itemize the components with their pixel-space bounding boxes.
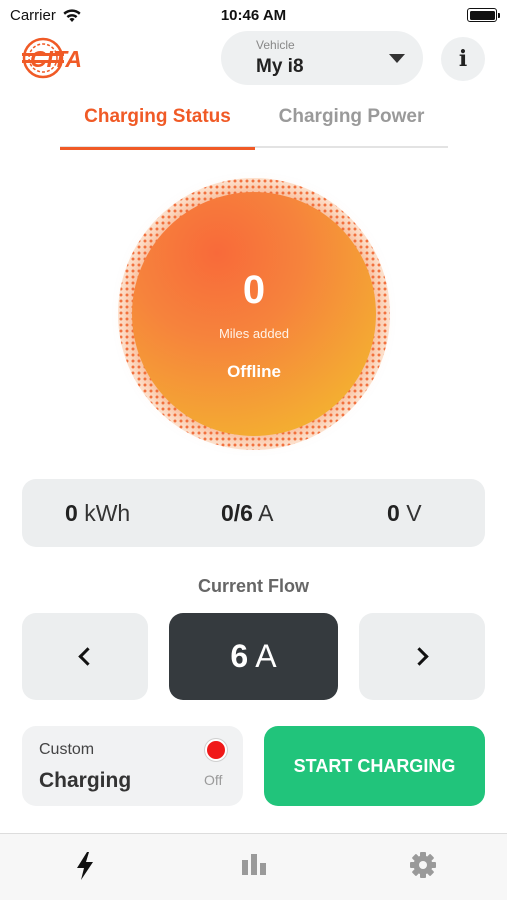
tab-charging-power[interactable]: Charging Power xyxy=(255,106,448,148)
miles-added-caption: Miles added xyxy=(218,326,290,341)
chevron-right-icon xyxy=(410,647,429,666)
current-flow-value: 6 A xyxy=(169,613,338,700)
tab-charging[interactable] xyxy=(0,834,169,900)
battery-icon xyxy=(467,8,500,22)
connection-state: Offline xyxy=(227,362,281,381)
current-flow-number: 6 xyxy=(230,638,249,674)
energy-value: 0 xyxy=(65,500,78,526)
info-icon: i xyxy=(458,46,468,72)
energy-metric: 0 kWh xyxy=(65,500,130,527)
tab-statistics[interactable] xyxy=(169,834,338,900)
increase-current-button[interactable] xyxy=(359,613,485,700)
custom-label: Custom xyxy=(39,741,95,758)
current-metric: 0/6 A xyxy=(221,500,273,527)
gear-icon xyxy=(409,852,436,878)
bottom-tab-bar xyxy=(0,833,507,900)
custom-status-text: Off xyxy=(204,772,223,788)
tab-bar: Charging Status Charging Power xyxy=(60,100,448,150)
chevron-left-icon xyxy=(78,647,97,666)
voltage-metric: 0 V xyxy=(387,500,422,527)
decrease-current-button[interactable] xyxy=(22,613,148,700)
tab-charging-status[interactable]: Charging Status xyxy=(60,106,255,150)
vehicle-selector[interactable]: Vehicle My i8 xyxy=(221,31,423,85)
custom-charging-title: Charging xyxy=(39,769,132,792)
status-dot-icon xyxy=(205,739,227,761)
vehicle-caption: Vehicle xyxy=(256,38,295,52)
metrics-bar: 0 kWh 0/6 A 0 V xyxy=(22,479,485,547)
energy-unit: kWh xyxy=(84,500,131,526)
bar-chart-icon xyxy=(241,854,266,875)
voltage-unit: V xyxy=(406,500,422,526)
chevron-down-icon xyxy=(389,54,405,63)
current-flow-title: Current Flow xyxy=(198,576,309,596)
miles-added-value: 0 xyxy=(242,268,266,312)
current-flow-unit: A xyxy=(255,638,277,674)
gauge-core xyxy=(132,192,376,436)
voltage-value: 0 xyxy=(387,500,400,526)
tab-settings[interactable] xyxy=(338,834,507,900)
logo-text: CITA xyxy=(30,46,82,72)
bolt-icon xyxy=(76,852,93,880)
start-charging-button[interactable]: START CHARGING xyxy=(264,726,485,806)
vehicle-value: My i8 xyxy=(256,56,304,77)
custom-charging-toggle[interactable]: Custom Charging Off xyxy=(22,726,243,806)
clock: 10:46 AM xyxy=(220,7,287,24)
current-unit: A xyxy=(258,500,274,526)
current-value: 0/6 xyxy=(221,500,253,526)
info-button[interactable]: i xyxy=(441,37,485,81)
charging-gauge: 0 Miles added Offline xyxy=(118,178,390,450)
status-bar: Carrier 10:46 AM xyxy=(0,0,507,30)
cita-logo: CITA xyxy=(22,37,82,79)
